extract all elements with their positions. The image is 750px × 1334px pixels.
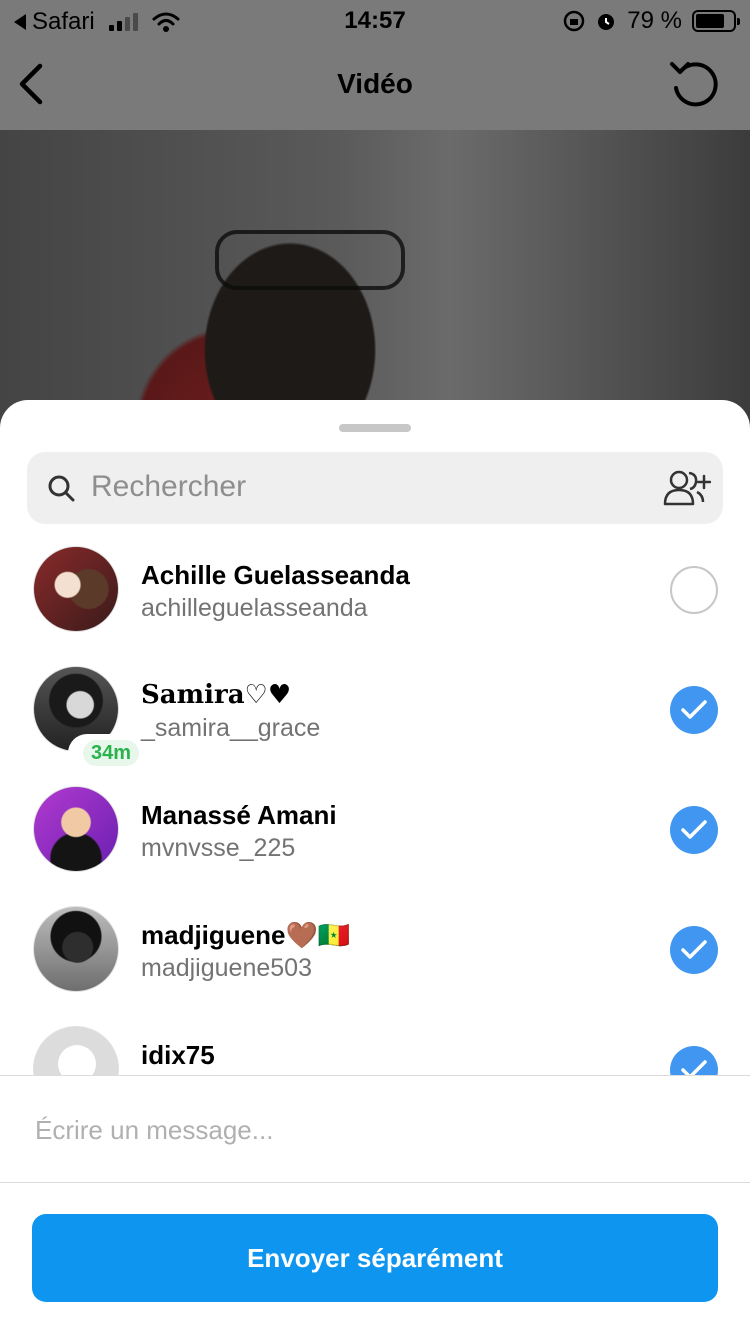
contact-handle: madjiguene503 <box>141 954 312 982</box>
select-radio[interactable] <box>670 806 718 854</box>
contact-name: Manassé Amani <box>141 800 337 830</box>
checkmark-icon <box>681 820 707 839</box>
contact-handle: achilleguelasseanda <box>141 594 368 622</box>
message-input[interactable]: Écrire un message... <box>35 1115 273 1146</box>
select-radio[interactable] <box>670 686 718 734</box>
contact-name: Samira♡♥ <box>141 680 292 710</box>
add-people-icon[interactable] <box>661 468 711 508</box>
search-bar[interactable]: Rechercher <box>27 452 723 524</box>
contact-name: Achille Guelasseanda <box>141 560 410 590</box>
alarm-icon <box>598 14 615 30</box>
contact-handle: _samira__grace <box>141 714 321 742</box>
contact-row[interactable]: 34m Samira♡♥ _samira__grace <box>0 648 750 769</box>
checkmark-icon <box>681 1060 707 1075</box>
avatar <box>33 546 119 632</box>
search-icon <box>48 475 75 502</box>
select-radio[interactable] <box>670 1046 718 1075</box>
share-sheet: Rechercher Achille Guelasseanda achilleg… <box>0 400 750 1334</box>
contact-row[interactable]: madjiguene🤎🇸🇳 madjiguene503 <box>0 888 750 1008</box>
navigation-bar: Vidéo <box>0 40 750 130</box>
avatar <box>33 906 119 992</box>
battery-icon <box>692 10 740 32</box>
contact-name: idix75 <box>141 1040 215 1070</box>
avatar-placeholder <box>33 1026 119 1075</box>
avatar <box>33 786 119 872</box>
checkmark-icon <box>681 940 707 959</box>
divider <box>0 1075 750 1076</box>
active-time-label: 34m <box>83 740 140 766</box>
sheet-grabber[interactable] <box>339 424 411 432</box>
select-radio[interactable] <box>670 926 718 974</box>
orientation-lock-icon <box>564 10 585 32</box>
contact-name: madjiguene🤎🇸🇳 <box>141 920 351 950</box>
page-title: Vidéo <box>337 68 413 99</box>
contact-row[interactable]: Manassé Amani mvnvsse_225 <box>0 768 750 888</box>
divider <box>0 1182 750 1183</box>
video-preview <box>0 130 750 430</box>
search-input[interactable]: Rechercher <box>91 470 246 504</box>
contact-handle: mvnvsse_225 <box>141 834 296 862</box>
contact-row[interactable]: idix75 <box>0 1008 750 1075</box>
checkmark-icon <box>681 700 707 719</box>
refresh-icon[interactable] <box>668 58 720 110</box>
video-frame-detail <box>215 230 405 290</box>
status-bar: Safari 14:57 79 % <box>0 0 750 40</box>
send-separately-button[interactable]: Envoyer séparément <box>32 1214 718 1302</box>
battery-percent: 79 % <box>627 7 682 34</box>
active-time-badge: 34m <box>71 737 152 769</box>
contact-row[interactable]: Achille Guelasseanda achilleguelasseanda <box>0 528 750 648</box>
select-radio[interactable] <box>670 566 718 614</box>
contact-list: Achille Guelasseanda achilleguelasseanda… <box>0 528 750 1075</box>
